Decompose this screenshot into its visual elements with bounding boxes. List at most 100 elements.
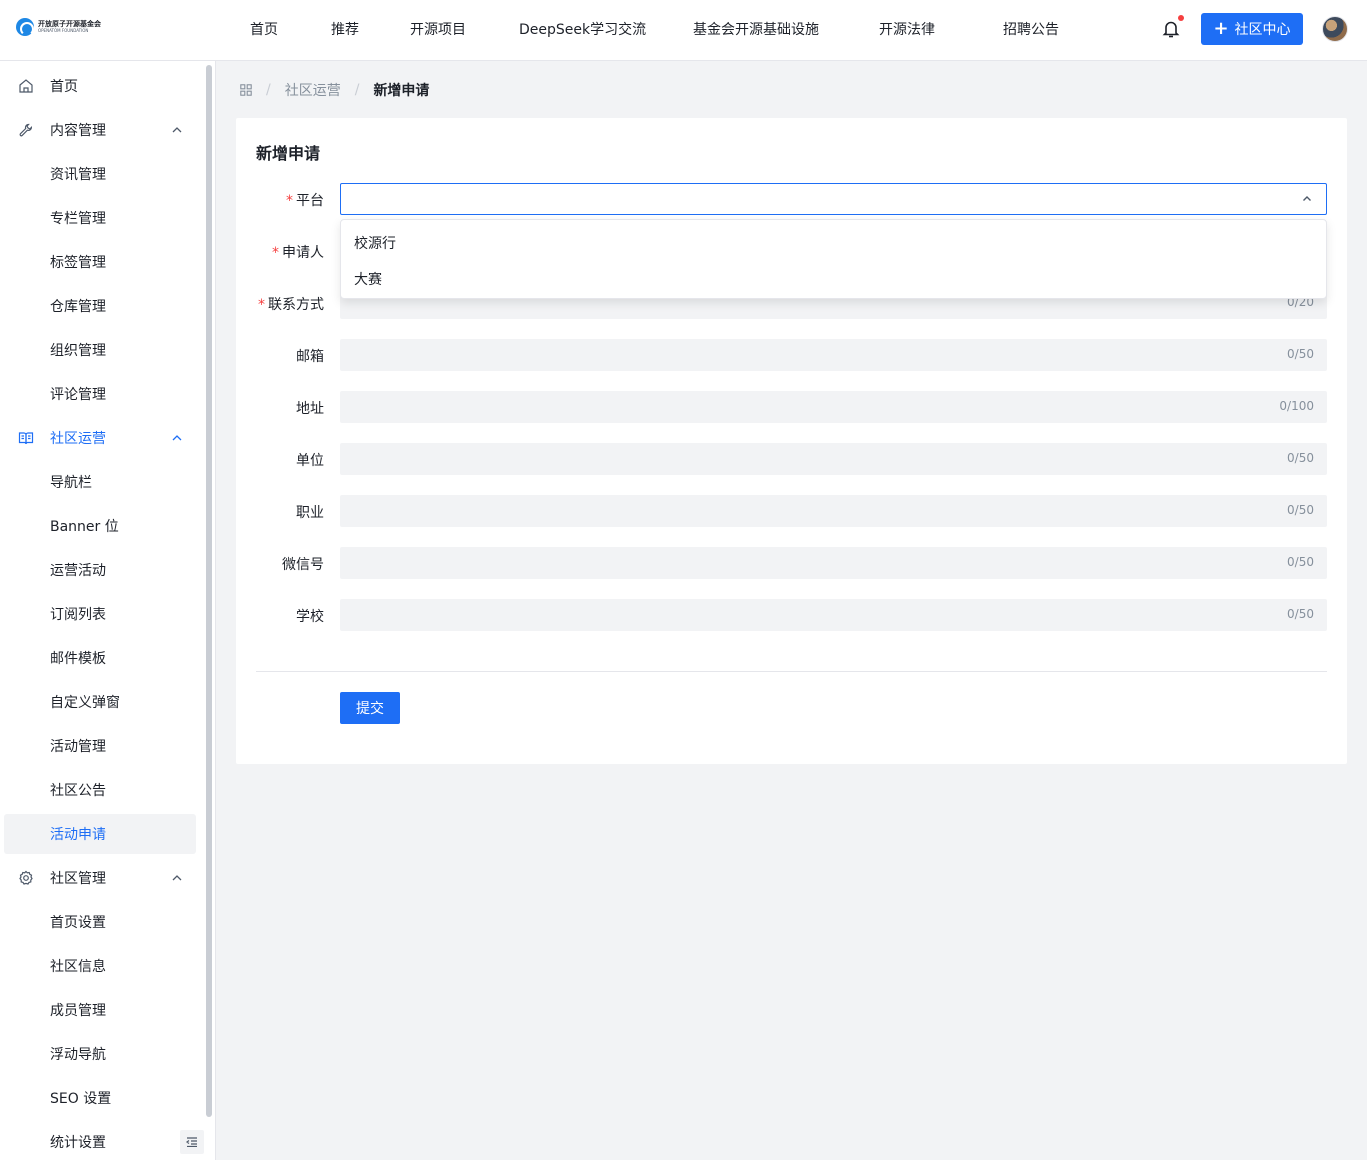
chevron-up-icon[interactable] <box>171 432 183 444</box>
sidebar-item[interactable]: 自定义弹窗 <box>4 682 196 722</box>
sidebar-item-label: 标签管理 <box>50 255 106 271</box>
logo-en: OPENATOM FOUNDATION <box>38 28 89 33</box>
nav-item-law[interactable]: 开源法律 <box>879 19 935 39</box>
field-label: 微信号 <box>282 557 324 573</box>
top-bar: 开放原子开源基金会 OPENATOM FOUNDATION 首页 推荐 开源项目… <box>0 0 1367 61</box>
sidebar-item-label: 资讯管理 <box>50 167 106 183</box>
sidebar-item[interactable]: 内容管理 <box>4 110 196 150</box>
sidebar-item[interactable]: 运营活动 <box>4 550 196 590</box>
form-input[interactable]: 0/100 <box>340 391 1327 423</box>
breadcrumb-parent[interactable]: 社区运营 <box>285 80 341 100</box>
sidebar-item[interactable]: 组织管理 <box>4 330 196 370</box>
notification-dot <box>1178 15 1184 21</box>
field-label: 职业 <box>296 505 324 521</box>
breadcrumb-current: 新增申请 <box>373 83 430 99</box>
sidebar-item[interactable]: 邮件模板 <box>4 638 196 678</box>
sidebar-item[interactable]: 社区运营 <box>4 418 196 458</box>
sidebar-item[interactable]: SEO 设置 <box>4 1078 196 1118</box>
sidebar-item-label: 邮件模板 <box>50 651 106 667</box>
field-label: 地址 <box>296 401 324 417</box>
apps-icon[interactable] <box>240 84 252 96</box>
char-count: 0/100 <box>1279 399 1314 413</box>
bell-icon[interactable] <box>1162 19 1180 39</box>
field-label: 邮箱 <box>296 349 324 365</box>
sidebar-item-label: 首页 <box>50 79 78 95</box>
char-count: 0/50 <box>1287 503 1314 517</box>
field-label: * 申请人 <box>272 245 324 261</box>
form-card: 新增申请 * 平台 * 申请人 * 联系方式 0/20 邮箱 0/50 地址 0/100 单位 0/5… <box>236 118 1347 764</box>
form-input[interactable]: 0/50 <box>340 443 1327 475</box>
nav-item-infrastructure[interactable]: 基金会开源基础设施 <box>693 19 819 39</box>
sidebar-item[interactable]: 评论管理 <box>4 374 196 414</box>
chevron-up-icon[interactable] <box>171 124 183 136</box>
avatar[interactable] <box>1322 16 1348 42</box>
sidebar-item-label: 评论管理 <box>50 387 106 403</box>
form-input[interactable]: 0/50 <box>340 547 1327 579</box>
platform-option[interactable]: 大赛 <box>342 261 1327 297</box>
chevron-up-icon <box>1303 196 1311 201</box>
sidebar-item-label: 订阅列表 <box>50 607 106 623</box>
wrench-icon <box>19 123 33 137</box>
home-icon <box>19 79 33 93</box>
sidebar-item-label: 活动管理 <box>50 739 106 755</box>
sidebar-item[interactable]: 资讯管理 <box>4 154 196 194</box>
sidebar-item-label: 社区信息 <box>50 959 106 975</box>
sidebar-item[interactable]: 仓库管理 <box>4 286 196 326</box>
required-mark: * <box>258 297 265 313</box>
platform-label: * 平台 <box>286 193 324 209</box>
sidebar-item-label: 社区运营 <box>50 431 106 447</box>
sidebar-item[interactable]: 订阅列表 <box>4 594 196 634</box>
sidebar-item[interactable]: 社区公告 <box>4 770 196 810</box>
breadcrumb: / 社区运营 / 新增申请 <box>240 80 429 100</box>
submit-button[interactable]: 提交 <box>340 692 400 724</box>
gear-icon <box>19 870 33 885</box>
platform-option[interactable]: 校源行 <box>342 225 1327 261</box>
sidebar-item[interactable]: 社区信息 <box>4 946 196 986</box>
community-center-label: 社区中心 <box>1234 22 1291 38</box>
sidebar-item[interactable]: 成员管理 <box>4 990 196 1030</box>
sidebar-item[interactable]: 导航栏 <box>4 462 196 502</box>
chevron-up-icon[interactable] <box>171 872 183 884</box>
nav-item-deepseek[interactable]: DeepSeek学习交流 <box>519 19 646 39</box>
sidebar-item[interactable]: 首页 <box>4 66 196 106</box>
sidebar-item-label: 活动申请 <box>50 827 106 843</box>
collapse-sidebar-button[interactable] <box>180 1130 204 1154</box>
sidebar-item[interactable]: 标签管理 <box>4 242 196 282</box>
sidebar-item-label: 统计设置 <box>50 1135 106 1151</box>
form-input[interactable]: 0/50 <box>340 495 1327 527</box>
logo-cn: 开放原子开源基金会 <box>38 20 101 28</box>
sidebar-scrollbar[interactable] <box>206 65 212 1117</box>
field-label: 单位 <box>296 453 324 469</box>
sidebar-item-label: 自定义弹窗 <box>50 695 120 711</box>
sidebar-item[interactable]: 活动管理 <box>4 726 196 766</box>
sidebar: 首页内容管理资讯管理专栏管理标签管理仓库管理组织管理评论管理社区运营导航栏 Ban… <box>0 61 216 1160</box>
nav-item-projects[interactable]: 开源项目 <box>410 19 466 39</box>
sidebar-item[interactable]: Banner 位 <box>4 506 196 546</box>
form-input[interactable]: 0/50 <box>340 599 1327 631</box>
sidebar-item-label: 专栏管理 <box>50 211 106 227</box>
nav-item-home[interactable]: 首页 <box>250 19 278 39</box>
logo[interactable]: 开放原子开源基金会 OPENATOM FOUNDATION <box>16 18 101 36</box>
platform-select[interactable] <box>340 183 1327 215</box>
sidebar-item-label: 社区公告 <box>50 783 106 799</box>
sidebar-item-label: SEO 设置 <box>50 1091 112 1107</box>
form-input[interactable]: 0/50 <box>340 339 1327 371</box>
sidebar-item-label: 浮动导航 <box>50 1047 106 1063</box>
sidebar-item[interactable]: 社区管理 <box>4 858 196 898</box>
nav-item-recommend[interactable]: 推荐 <box>331 19 359 39</box>
page-title: 新增申请 <box>256 144 321 163</box>
nav-item-jobs[interactable]: 招聘公告 <box>1003 19 1059 39</box>
sidebar-item[interactable]: 浮动导航 <box>4 1034 196 1074</box>
sidebar-item[interactable]: 活动申请 <box>4 814 196 854</box>
sidebar-item-label: 组织管理 <box>50 343 106 359</box>
community-center-button[interactable]: + 社区中心 <box>1201 13 1303 45</box>
book-icon <box>18 432 34 445</box>
sidebar-item[interactable]: 首页设置 <box>4 902 196 942</box>
char-count: 0/50 <box>1287 347 1314 361</box>
logo-icon <box>16 18 34 36</box>
char-count: 0/50 <box>1287 607 1314 621</box>
platform-dropdown: 校源行 大赛 <box>340 219 1327 299</box>
sidebar-item[interactable]: 专栏管理 <box>4 198 196 238</box>
form-divider <box>256 671 1327 672</box>
sidebar-item[interactable]: 统计设置 <box>4 1122 196 1160</box>
